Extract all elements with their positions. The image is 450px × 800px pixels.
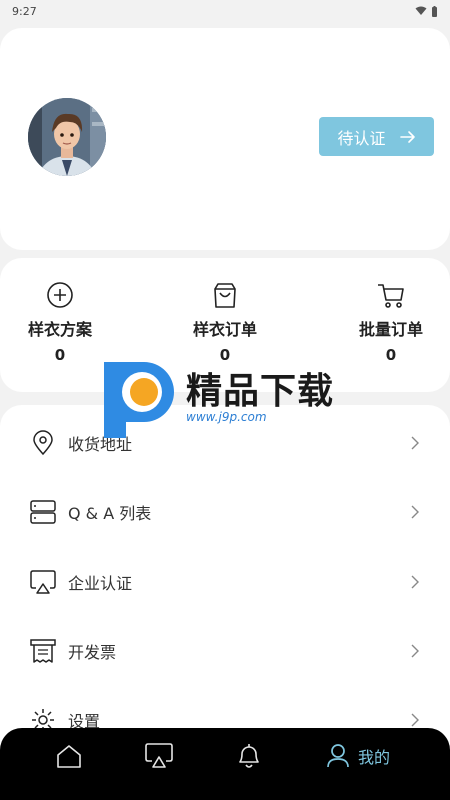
- location-pin-icon: [33, 430, 53, 456]
- chevron-right-icon: [411, 575, 419, 589]
- chevron-right-icon: [411, 505, 419, 519]
- plus-circle-icon: [47, 282, 73, 308]
- status-bar: 9:27: [0, 0, 450, 22]
- shopping-bag-icon: [214, 283, 236, 308]
- order-label: 样衣订单: [192, 320, 257, 339]
- watermark-url: www.j9p.com: [186, 410, 267, 424]
- menu-item-qa-list[interactable]: Q & A 列表: [0, 487, 450, 537]
- order-item-sample-plan[interactable]: 样衣方案 0: [5, 280, 115, 364]
- order-item-bulk-orders[interactable]: 批量订单 0: [336, 280, 446, 364]
- order-count: 0: [54, 346, 66, 364]
- order-label: 批量订单: [358, 320, 423, 339]
- status-time: 9:27: [12, 4, 37, 18]
- tab-label: 我的: [358, 748, 391, 767]
- order-label: 样衣方案: [27, 320, 92, 339]
- battery-icon: [432, 5, 437, 17]
- chevron-right-icon: [411, 644, 419, 658]
- bell-icon: [239, 744, 259, 768]
- status-icons: [415, 5, 438, 17]
- bottom-tab-bar: 我的: [0, 728, 450, 800]
- tab-mine[interactable]: 我的: [326, 738, 390, 774]
- tab-cast[interactable]: [145, 738, 173, 774]
- avatar[interactable]: [28, 98, 106, 176]
- wifi-icon: [415, 6, 427, 15]
- order-item-sample-orders[interactable]: 样衣订单 0: [170, 280, 280, 364]
- menu-item-label: 开发票: [68, 643, 117, 662]
- chevron-right-icon: [411, 436, 419, 450]
- menu-item-label: 企业认证: [68, 574, 133, 593]
- arrow-right-icon: [399, 130, 415, 143]
- airplay-icon: [145, 743, 173, 768]
- tab-notifications[interactable]: [236, 738, 262, 774]
- pending-verification-label: 待认证: [337, 128, 386, 148]
- menu-item-enterprise-verification[interactable]: 企业认证: [0, 557, 450, 607]
- menu-item-label: Q & A 列表: [68, 504, 152, 523]
- avatar-image: [28, 98, 106, 176]
- chevron-right-icon: [411, 713, 419, 727]
- pending-verification-button[interactable]: 待认证: [319, 117, 434, 156]
- tab-home[interactable]: [56, 738, 82, 774]
- order-count: 0: [385, 346, 397, 364]
- home-icon: [57, 745, 81, 768]
- receipt-icon: [30, 639, 56, 663]
- cart-icon: [378, 284, 404, 308]
- server-list-icon: [30, 500, 56, 524]
- menu-item-invoice[interactable]: 开发票: [0, 626, 450, 676]
- watermark-logo: [104, 362, 174, 438]
- watermark: 精品下载 www.j9p.com: [100, 358, 360, 438]
- airplay-icon: [30, 570, 56, 594]
- watermark-text: 精品下载: [186, 371, 335, 412]
- profile-card: 待认证: [0, 28, 450, 250]
- person-icon: [327, 744, 349, 768]
